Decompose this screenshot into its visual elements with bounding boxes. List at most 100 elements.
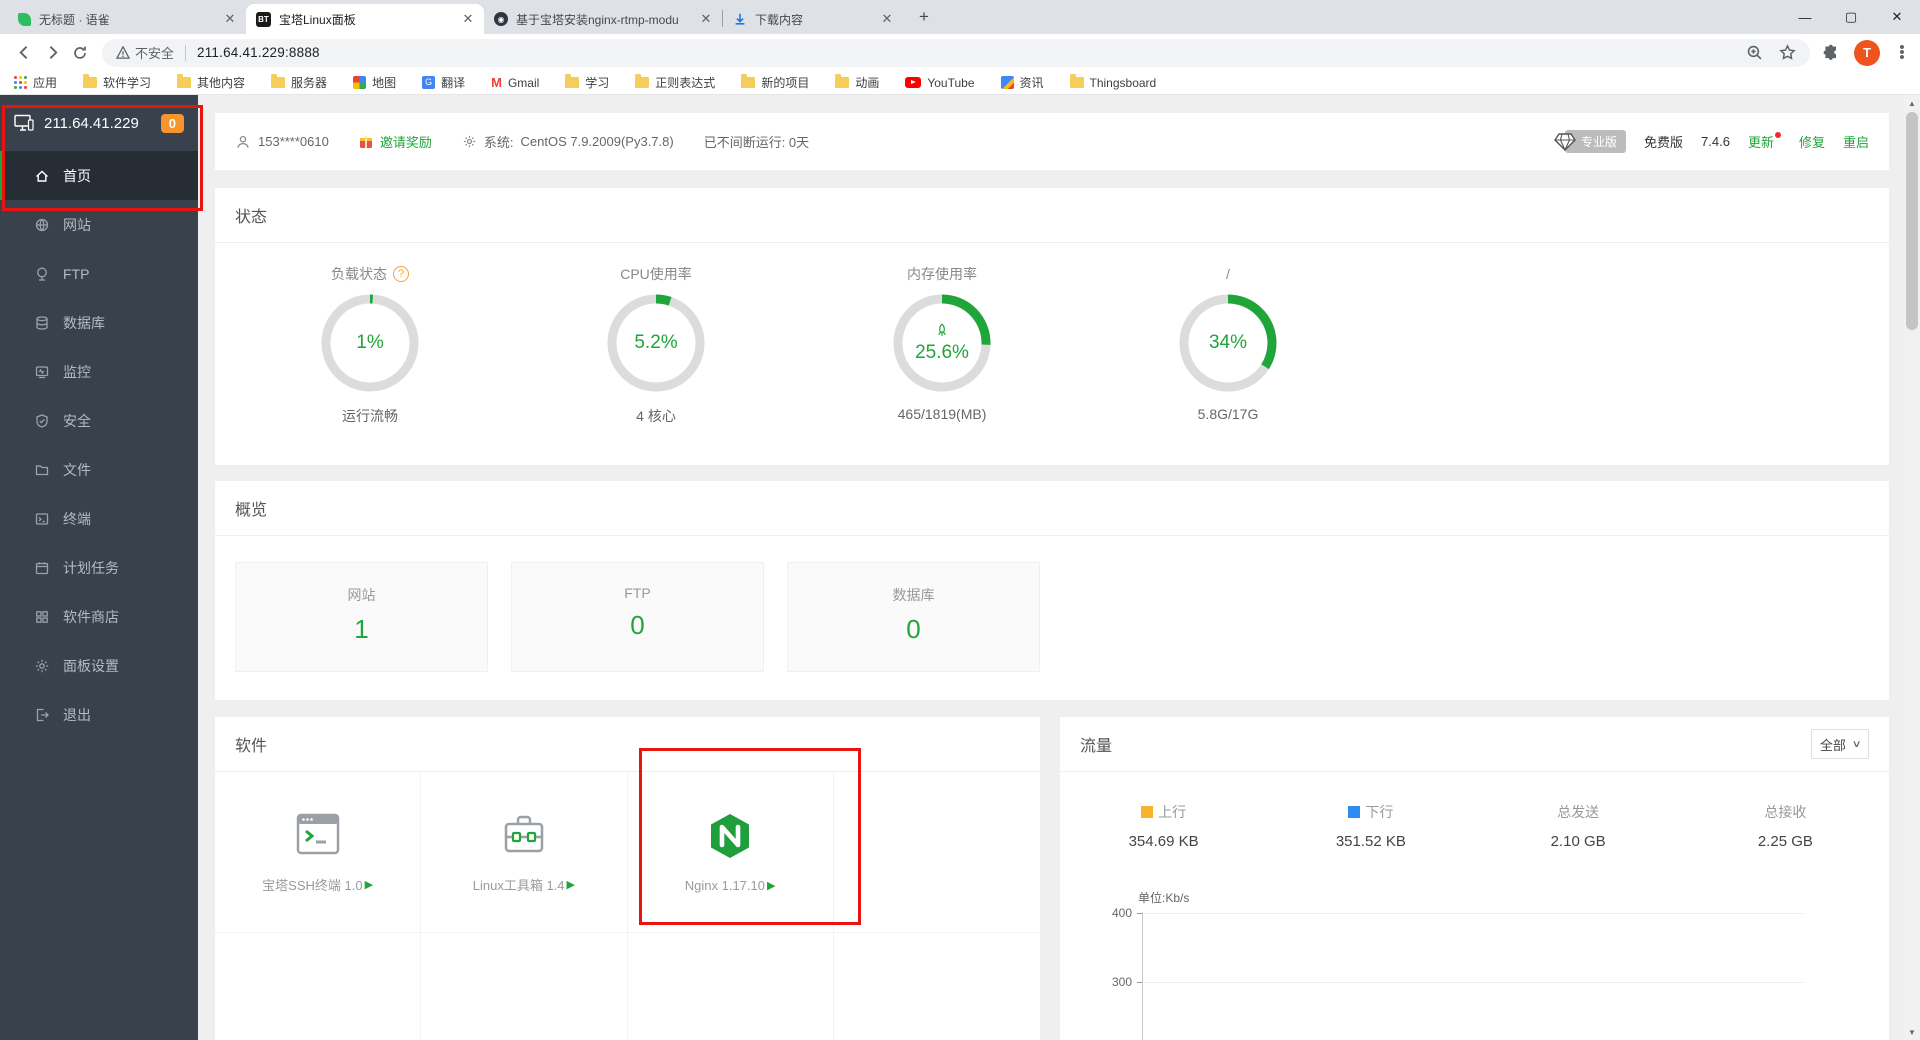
bookmark-label: 新的项目: [761, 76, 810, 90]
bookmark-label: 软件学习: [103, 76, 152, 90]
sidebar-item-app-store[interactable]: 软件商店: [0, 592, 198, 641]
system-gear-icon: [463, 135, 475, 148]
sidebar-item-terminal[interactable]: 终端: [0, 494, 198, 543]
sidebar-item-logout[interactable]: 退出: [0, 690, 198, 739]
browser-menu-icon[interactable]: • • •: [1894, 40, 1910, 65]
card-value: 0: [630, 610, 645, 640]
restart-link[interactable]: 重启: [1843, 132, 1869, 151]
extensions-puzzle-icon[interactable]: [1822, 44, 1840, 62]
scrollbar-thumb[interactable]: [1906, 112, 1918, 330]
gauge-value: 34%: [1208, 332, 1248, 353]
back-button[interactable]: [10, 39, 38, 67]
diamond-icon: [1554, 132, 1576, 151]
tab-close-icon[interactable]: ✕: [460, 11, 476, 27]
tab-nginx-article[interactable]: ◉ 基于宝塔安装nginx-rtmp-modu ✕: [484, 4, 722, 34]
tab-close-icon[interactable]: ✕: [879, 11, 895, 27]
rocket-icon[interactable]: [933, 322, 951, 340]
overview-card-ftp[interactable]: FTP 0: [511, 562, 764, 672]
software-item-linux-toolbox[interactable]: Linux工具箱 1.4 ▶: [421, 773, 628, 933]
security-warning[interactable]: 不安全: [116, 43, 174, 62]
gauge-label: CPU使用率: [620, 266, 692, 282]
stat-value: 2.25 GB: [1757, 833, 1813, 850]
omnibox-url-field[interactable]: 不安全 211.64.41.229:8888: [102, 38, 1810, 67]
article-icon: ◉: [494, 12, 508, 26]
bookmark-youtube[interactable]: YouTube: [905, 76, 975, 90]
overview-card-database[interactable]: 数据库 0: [787, 562, 1040, 672]
invite-reward-link[interactable]: 邀请奖励: [359, 132, 432, 151]
sidebar-item-website[interactable]: 网站: [0, 200, 198, 249]
card-label: FTP: [624, 585, 651, 601]
bookmark-folder[interactable]: 其他内容: [177, 74, 245, 91]
tab-yuque[interactable]: 无标题 · 语雀 ✕: [8, 4, 246, 34]
bookmark-folder[interactable]: Thingsboard: [1069, 74, 1156, 90]
pro-edition-badge[interactable]: 专业版: [1553, 130, 1627, 153]
card-value: 0: [906, 614, 921, 644]
profile-avatar[interactable]: T: [1854, 39, 1880, 66]
tab-bt-panel[interactable]: BT 宝塔Linux面板 ✕: [246, 4, 484, 34]
run-icon[interactable]: ▶: [767, 879, 775, 892]
zoom-icon[interactable]: [1746, 44, 1763, 61]
run-icon[interactable]: ▶: [567, 878, 575, 891]
stat-label: 总发送: [1557, 804, 1600, 820]
forward-button[interactable]: [38, 39, 66, 67]
bookmark-folder[interactable]: 正则表达式: [635, 74, 715, 91]
tab-downloads[interactable]: 下载内容 ✕: [723, 4, 903, 34]
folder-icon: [635, 74, 650, 88]
database-icon: [36, 315, 48, 330]
window-maximize-button[interactable]: ▢: [1828, 0, 1874, 34]
sidebar-item-cron[interactable]: 计划任务: [0, 543, 198, 592]
traffic-stat-total-received: 总接收 2.25 GB: [1682, 802, 1889, 850]
window-minimize-button[interactable]: —: [1782, 0, 1828, 34]
window-close-button[interactable]: ✕: [1874, 0, 1920, 34]
folder-icon: [1069, 74, 1084, 88]
bookmark-folder[interactable]: 动画: [835, 74, 879, 91]
bookmark-maps[interactable]: 地图: [353, 74, 396, 91]
bookmark-folder[interactable]: 新的项目: [741, 74, 809, 91]
bookmark-label: 应用: [33, 76, 58, 90]
sidebar-item-files[interactable]: 文件: [0, 445, 198, 494]
bookmark-news[interactable]: 资讯: [1000, 74, 1044, 91]
bookmark-folder[interactable]: 服务器: [271, 74, 327, 91]
download-icon: [735, 13, 745, 25]
scrollbar-down-arrow[interactable]: ▼: [1904, 1024, 1920, 1040]
bookmark-gmail[interactable]: M Gmail: [491, 75, 539, 90]
repair-link[interactable]: 修复: [1799, 132, 1825, 151]
update-link[interactable]: 更新: [1748, 132, 1781, 151]
tab-close-icon[interactable]: ✕: [222, 11, 238, 27]
message-count-badge[interactable]: 0: [160, 113, 184, 133]
folder-icon: [35, 464, 49, 475]
help-icon[interactable]: ?: [393, 266, 409, 282]
software-item-nginx[interactable]: Nginx 1.17.10 ▶: [627, 773, 834, 933]
sidebar-item-monitor[interactable]: 监控: [0, 347, 198, 396]
sidebar-item-label: FTP: [63, 265, 90, 282]
page-scrollbar[interactable]: ▲ ▼: [1904, 95, 1920, 1040]
run-icon[interactable]: ▶: [365, 878, 373, 891]
sidebar-item-security[interactable]: 安全: [0, 396, 198, 445]
reload-button[interactable]: [66, 39, 94, 67]
sidebar-item-ftp[interactable]: FTP: [0, 249, 198, 298]
user-account[interactable]: 153****0610: [235, 134, 329, 150]
bookmark-folder[interactable]: 学习: [565, 74, 609, 91]
downstream-legend-swatch: [1348, 806, 1361, 818]
software-item-ssh-terminal[interactable]: 宝塔SSH终端 1.0 ▶: [215, 773, 422, 933]
bookmark-translate[interactable]: G 翻译: [422, 74, 465, 91]
bookmark-label: 正则表达式: [655, 76, 716, 90]
bookmark-star-icon[interactable]: [1779, 44, 1796, 61]
stat-value: 2.10 GB: [1550, 833, 1606, 850]
sidebar-item-label: 安全: [63, 412, 91, 429]
new-tab-button[interactable]: +: [911, 4, 937, 30]
bookmark-folder[interactable]: 软件学习: [83, 74, 151, 91]
bookmark-apps[interactable]: 应用: [14, 74, 57, 91]
sidebar-item-database[interactable]: 数据库: [0, 298, 198, 347]
sidebar-item-home[interactable]: 首页: [0, 151, 198, 200]
home-icon: [36, 170, 48, 182]
sidebar-nav: 首页 网站 FTP 数据库 监控 安全 文件 终端 计划任务 软件商店 面板设置…: [0, 151, 198, 739]
sidebar-server-header[interactable]: 211.64.41.229 0: [0, 95, 198, 151]
overview-card-website[interactable]: 网站 1: [235, 562, 488, 672]
sidebar-item-panel-settings[interactable]: 面板设置: [0, 641, 198, 690]
tab-title: 宝塔Linux面板: [279, 12, 356, 27]
tab-close-icon[interactable]: ✕: [698, 11, 714, 27]
scrollbar-up-arrow[interactable]: ▲: [1904, 95, 1920, 111]
traffic-filter-select[interactable]: 全部 ∨: [1811, 729, 1869, 759]
stat-label: 上行: [1158, 804, 1187, 820]
